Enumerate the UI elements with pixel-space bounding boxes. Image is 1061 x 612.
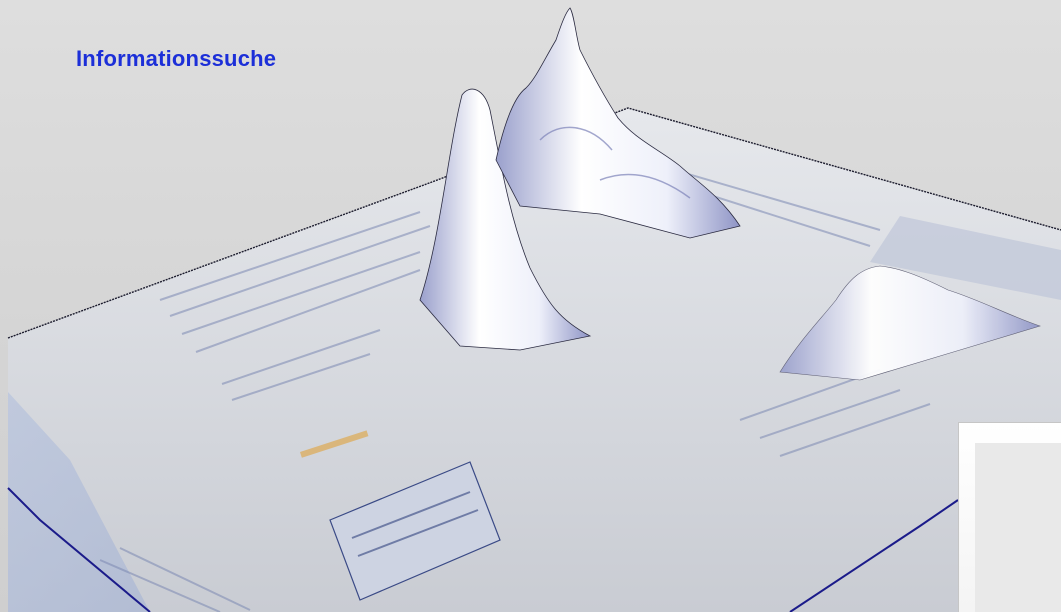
video-frame-inner bbox=[975, 443, 1061, 612]
page-title: Informationssuche bbox=[76, 46, 277, 71]
heatmap-peak bbox=[495, 7, 741, 239]
eye-tracking-3d-heatmap bbox=[7, 7, 1061, 612]
heatmap-scene: Informationssuche bbox=[0, 0, 1061, 612]
video-frame-tile bbox=[958, 422, 1061, 612]
